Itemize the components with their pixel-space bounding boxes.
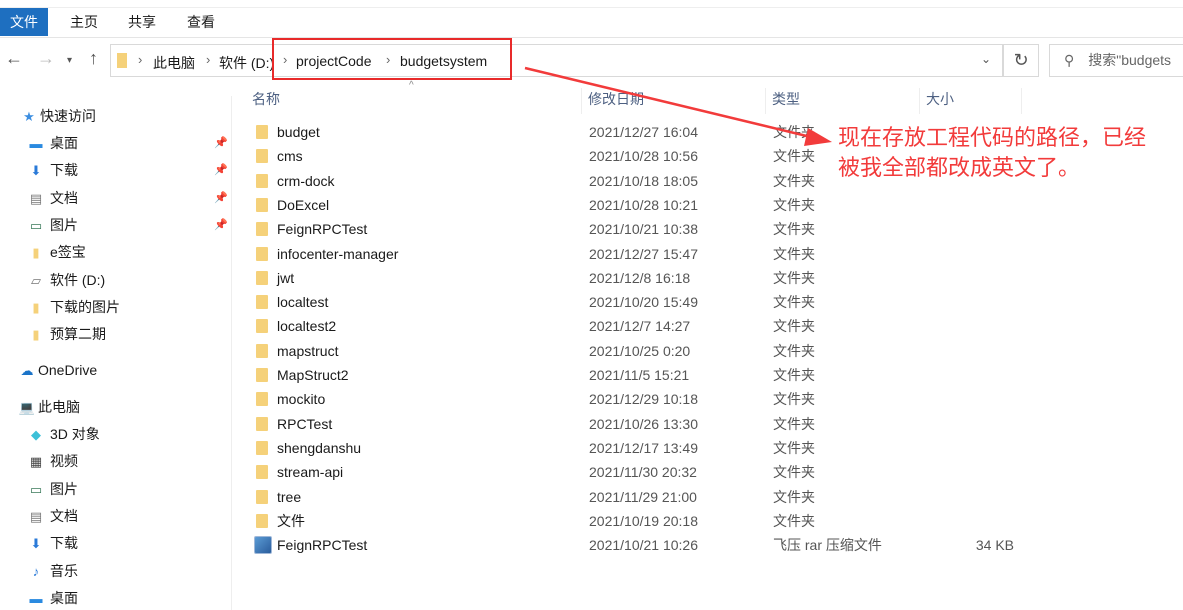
annotation-text: 现在存放工程代码的路径，已经 被我全部都改成英文了。 (838, 124, 1146, 184)
annotation-arrow (524, 66, 832, 146)
annotation-line: 现在存放工程代码的路径，已经 (838, 126, 1147, 151)
annotation-line: 被我全部都改成英文了。 (838, 156, 1081, 181)
